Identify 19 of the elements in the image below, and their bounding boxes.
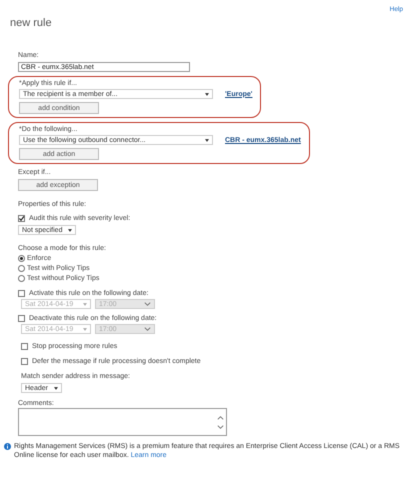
caret-icon bbox=[83, 302, 87, 306]
checkbox[interactable] bbox=[18, 215, 25, 222]
chevron-icon bbox=[144, 302, 151, 306]
radio-button[interactable] bbox=[18, 275, 25, 282]
chevron-icon bbox=[144, 327, 151, 331]
caret-icon bbox=[205, 92, 209, 96]
radio-button[interactable] bbox=[18, 255, 25, 262]
checkbox[interactable] bbox=[21, 358, 28, 365]
caret-icon bbox=[68, 228, 72, 232]
radio-button[interactable] bbox=[18, 265, 25, 272]
page-title: new rule bbox=[10, 17, 52, 29]
caret-icon bbox=[54, 386, 58, 390]
scroll-up-icon[interactable] bbox=[217, 416, 224, 420]
caret-icon bbox=[205, 138, 209, 142]
caret-icon bbox=[83, 328, 87, 330]
comments-field[interactable] bbox=[18, 408, 227, 436]
checkbox[interactable] bbox=[21, 343, 28, 350]
scroll-down-icon[interactable] bbox=[217, 424, 224, 428]
info-icon bbox=[4, 443, 11, 450]
